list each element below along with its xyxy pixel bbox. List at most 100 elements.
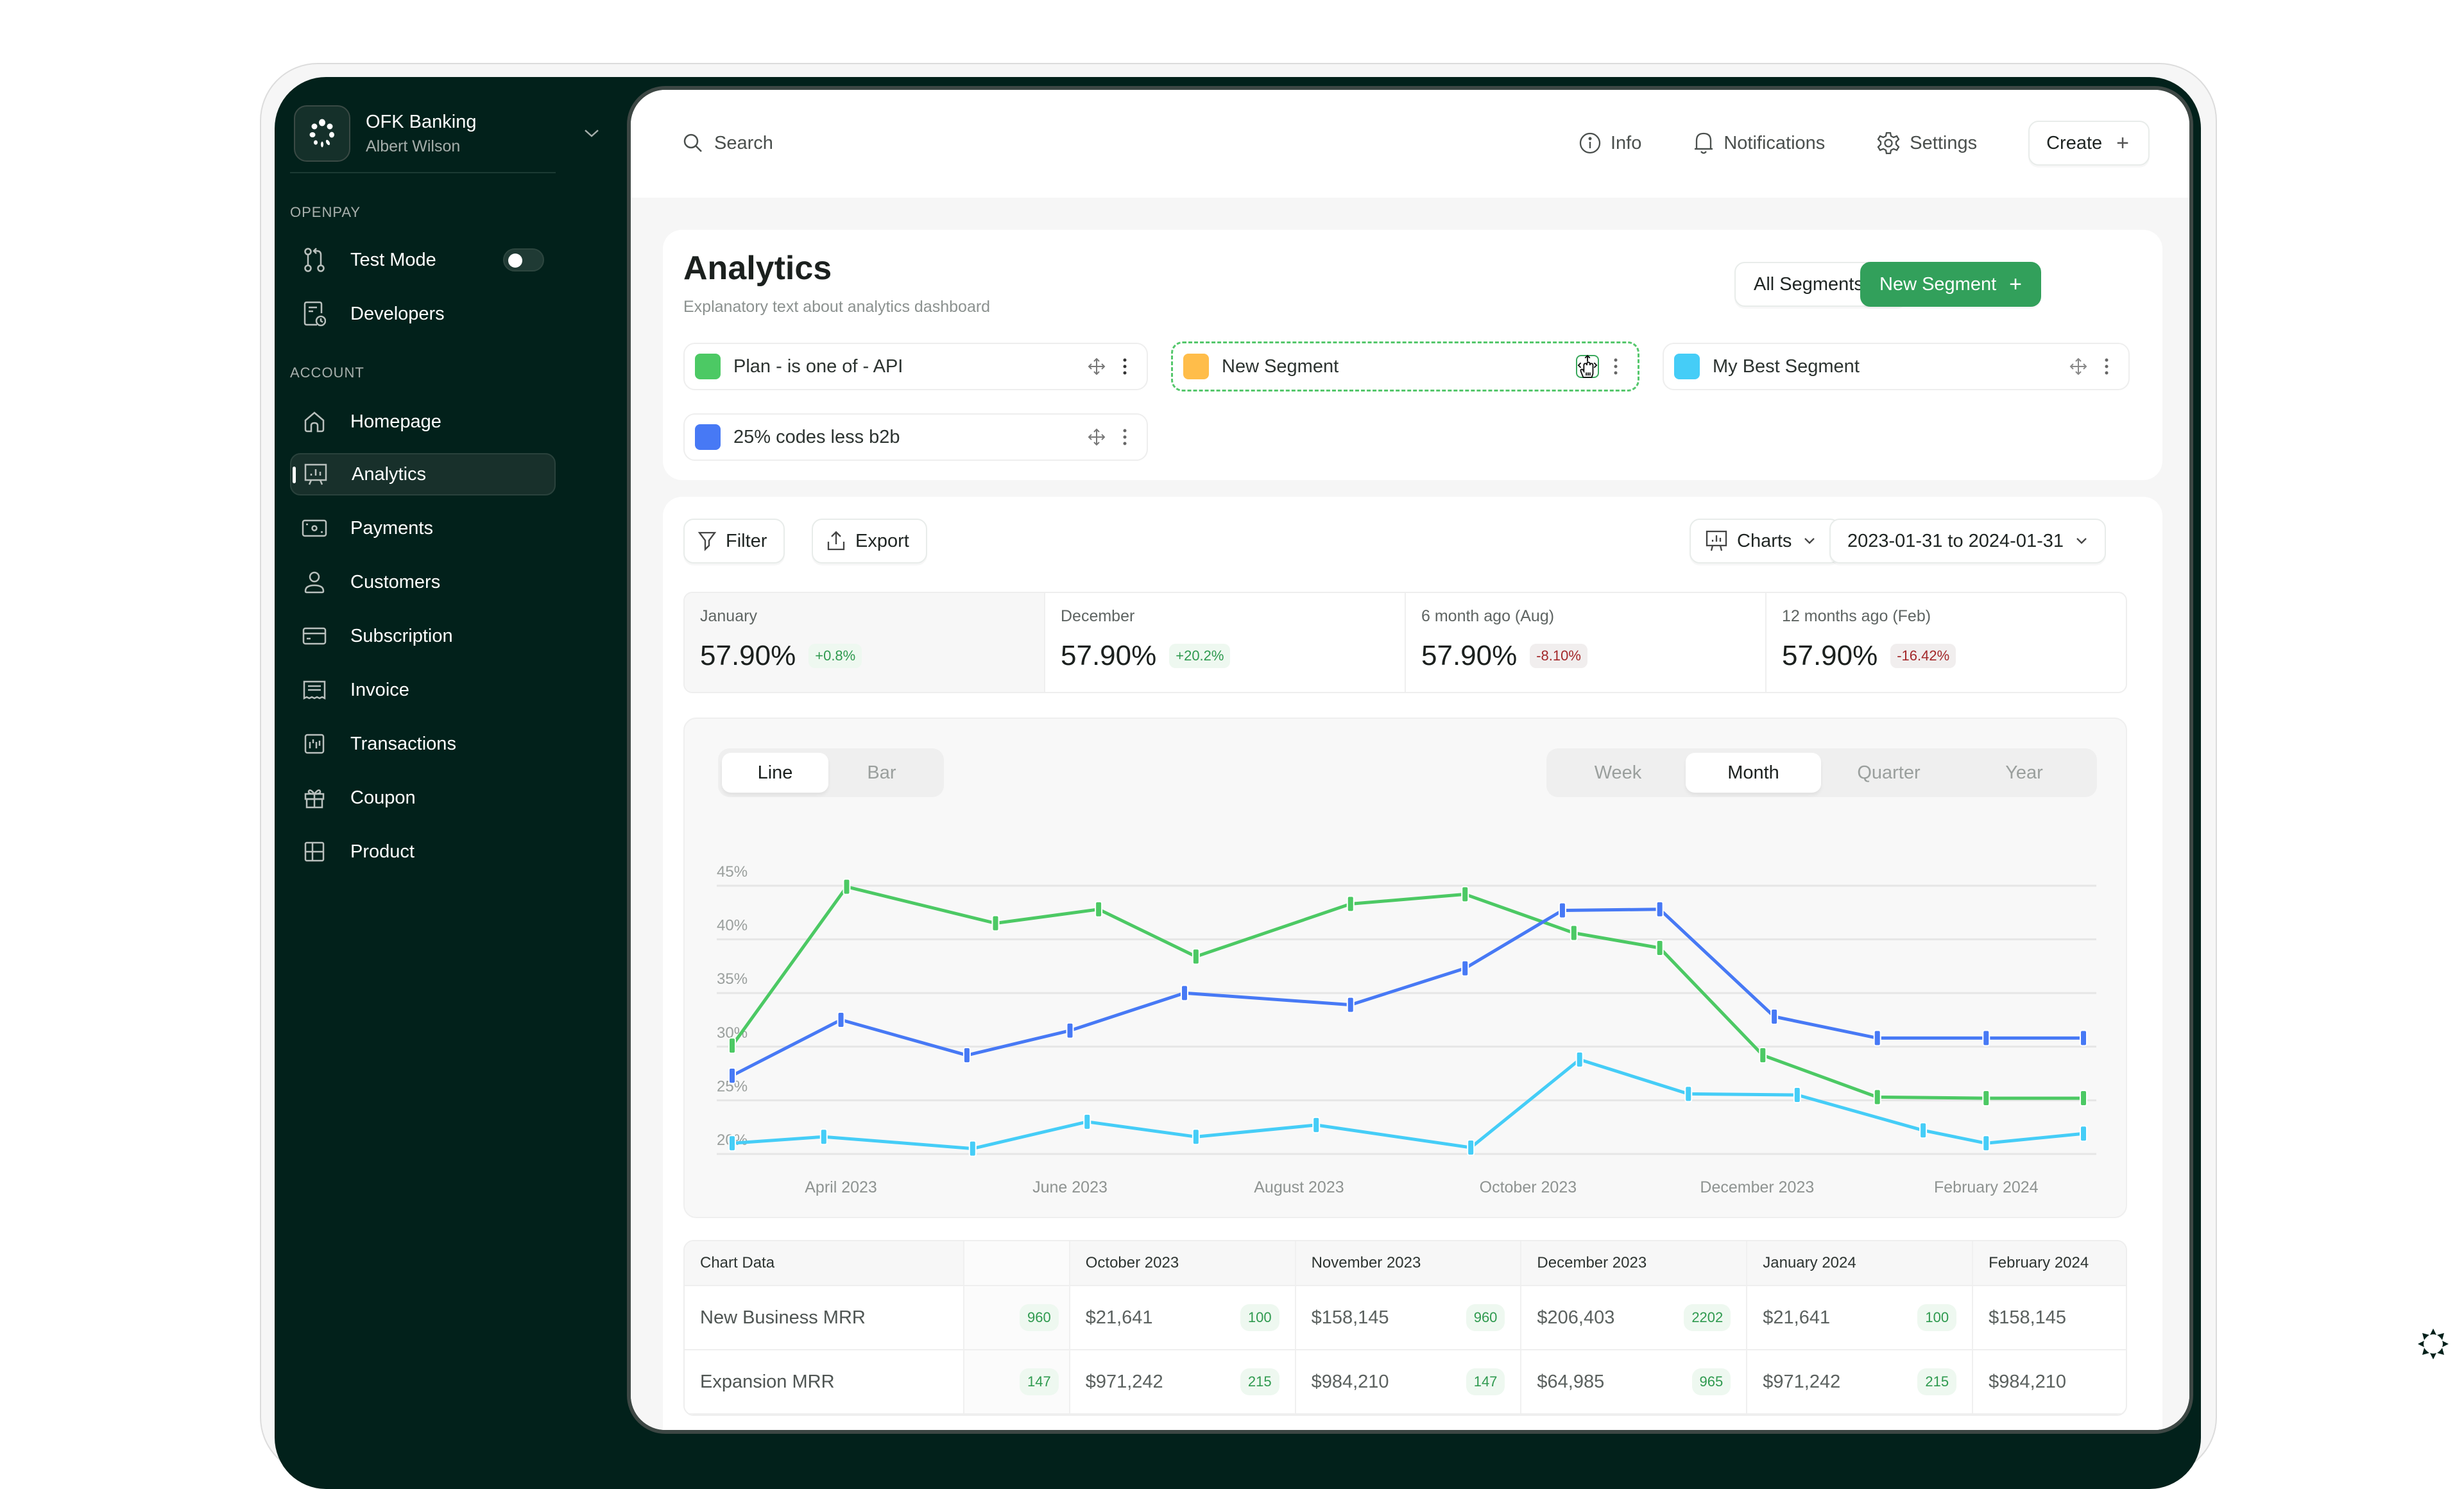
more-vertical-icon[interactable] [1118,355,1131,378]
date-range-dropdown[interactable]: 2023-01-31 to 2024-01-31 [1829,519,2106,564]
segment-chip[interactable]: 25% codes less b2b [683,413,1148,461]
data-point[interactable] [2080,1029,2087,1047]
test-mode-toggle[interactable] [503,248,544,271]
data-point[interactable] [1346,996,1355,1013]
data-point[interactable] [1558,902,1566,919]
drag-handle-icon[interactable] [1576,354,1599,378]
column-header [964,1241,1070,1285]
org-switcher[interactable]: OFK Banking Albert Wilson [294,95,604,172]
data-point[interactable] [1873,1089,1881,1106]
data-point[interactable] [1346,895,1355,913]
sidebar-item-subscription[interactable]: Subscription [290,615,556,657]
sidebar-item-transactions[interactable]: Transactions [290,723,556,765]
sidebar-item-label: Invoice [350,679,409,700]
sidebar-item-invoice[interactable]: Invoice [290,669,556,711]
data-point[interactable] [1982,1135,1990,1152]
data-point[interactable] [991,915,1000,932]
data-point[interactable] [1180,985,1188,1002]
cell-value: $984,210 [1311,1371,1389,1392]
data-point[interactable] [1575,1051,1584,1068]
new-segment-button[interactable]: New Segment + [1860,262,2042,307]
filter-button[interactable]: Filter [683,519,785,564]
stat-card[interactable]: December 57.90% +20.2% [1045,593,1406,692]
data-point[interactable] [728,1037,736,1054]
cell-value: $158,145 [1311,1307,1389,1328]
notifications-button[interactable]: Notifications [1693,131,1825,155]
stat-card[interactable]: 12 months ago (Feb) 57.90% -16.42% [1767,593,2126,692]
plus-icon: + [2116,130,2129,155]
data-point[interactable] [1656,900,1664,918]
data-point[interactable] [1095,900,1103,918]
data-point[interactable] [1066,1022,1074,1039]
data-point[interactable] [968,1140,977,1157]
sidebar-item-payments[interactable]: Payments [290,507,556,549]
search-input[interactable]: Search [682,132,773,154]
export-button[interactable]: Export [812,519,927,564]
stat-card[interactable]: January 57.90% +0.8% [685,593,1045,692]
stat-card[interactable]: 6 month ago (Aug) 57.90% -8.10% [1406,593,1767,692]
count-badge: 147 [1466,1368,1505,1395]
sidebar-item-label: Subscription [350,625,453,646]
sidebar-item-analytics[interactable]: Analytics [290,453,556,495]
data-point[interactable] [1982,1029,1990,1047]
more-vertical-icon[interactable] [1609,355,1622,378]
sidebar-item-product[interactable]: Product [290,831,556,873]
data-point[interactable] [843,878,851,895]
y-tick-label: 45% [717,863,748,881]
presentation-chart-icon [1706,530,1727,551]
data-point[interactable] [2080,1090,2087,1107]
cell-value: $21,641 [1085,1307,1153,1328]
data-point[interactable] [1873,1029,1881,1047]
data-point[interactable] [1461,886,1469,903]
data-point[interactable] [1461,960,1469,977]
x-tick-label: August 2023 [1254,1178,1344,1196]
table-row[interactable]: New Business MRR 960 $21,641 100 $158,145… [685,1286,2126,1350]
x-tick-label: October 2023 [1480,1178,1577,1196]
more-vertical-icon[interactable] [2100,355,2113,378]
create-button[interactable]: Create + [2028,121,2150,166]
data-point[interactable] [1684,1085,1693,1103]
segment-label: Plan - is one of - API [733,356,903,377]
data-point[interactable] [1192,1128,1200,1146]
settings-button[interactable]: Settings [1876,131,1977,155]
data-point[interactable] [819,1128,828,1146]
data-point[interactable] [728,1135,736,1152]
data-point[interactable] [1793,1087,1801,1104]
charts-dropdown[interactable]: Charts [1690,519,1841,564]
data-point[interactable] [963,1047,971,1064]
drag-handle-icon[interactable] [1085,355,1108,378]
segment-chip[interactable]: My Best Segment [1663,343,2130,390]
info-button[interactable]: Info [1579,132,1641,155]
data-point[interactable] [1982,1090,1990,1107]
data-point[interactable] [1770,1008,1779,1025]
segment-chip[interactable]: Plan - is one of - API [683,343,1148,390]
drag-handle-icon[interactable] [1085,426,1108,449]
count-badge: 960 [1020,1304,1059,1331]
column-header: October 2023 [1070,1241,1296,1285]
data-point[interactable] [1192,948,1200,965]
segment-color-swatch [1674,354,1700,379]
sidebar-item-coupon[interactable]: Coupon [290,777,556,819]
sidebar-item-homepage[interactable]: Homepage [290,400,556,443]
sidebar-item-test-mode[interactable]: Test Mode [290,239,556,281]
data-point[interactable] [1467,1139,1475,1156]
segment-chip-dragging[interactable]: New Segment [1171,341,1639,392]
count-badge: 960 [1466,1304,1505,1331]
sidebar-item-customers[interactable]: Customers [290,561,556,603]
data-point[interactable] [1759,1047,1767,1064]
data-point[interactable] [2080,1125,2087,1142]
data-point[interactable] [1570,924,1578,942]
data-point[interactable] [1919,1122,1928,1139]
sidebar-item-developers[interactable]: Developers [290,293,556,335]
data-point[interactable] [837,1011,845,1028]
more-vertical-icon[interactable] [1118,426,1131,449]
table-row[interactable]: Expansion MRR 147 $971,242 215 $984,210 14… [685,1350,2126,1415]
data-point[interactable] [1083,1113,1091,1130]
data-point[interactable] [1656,939,1664,956]
data-point[interactable] [1312,1116,1321,1133]
chevron-down-icon[interactable] [579,121,604,146]
column-header: December 2023 [1521,1241,1748,1285]
drag-handle-icon[interactable] [2067,355,2090,378]
row-label: New Business MRR [685,1286,964,1349]
data-point[interactable] [728,1067,736,1084]
